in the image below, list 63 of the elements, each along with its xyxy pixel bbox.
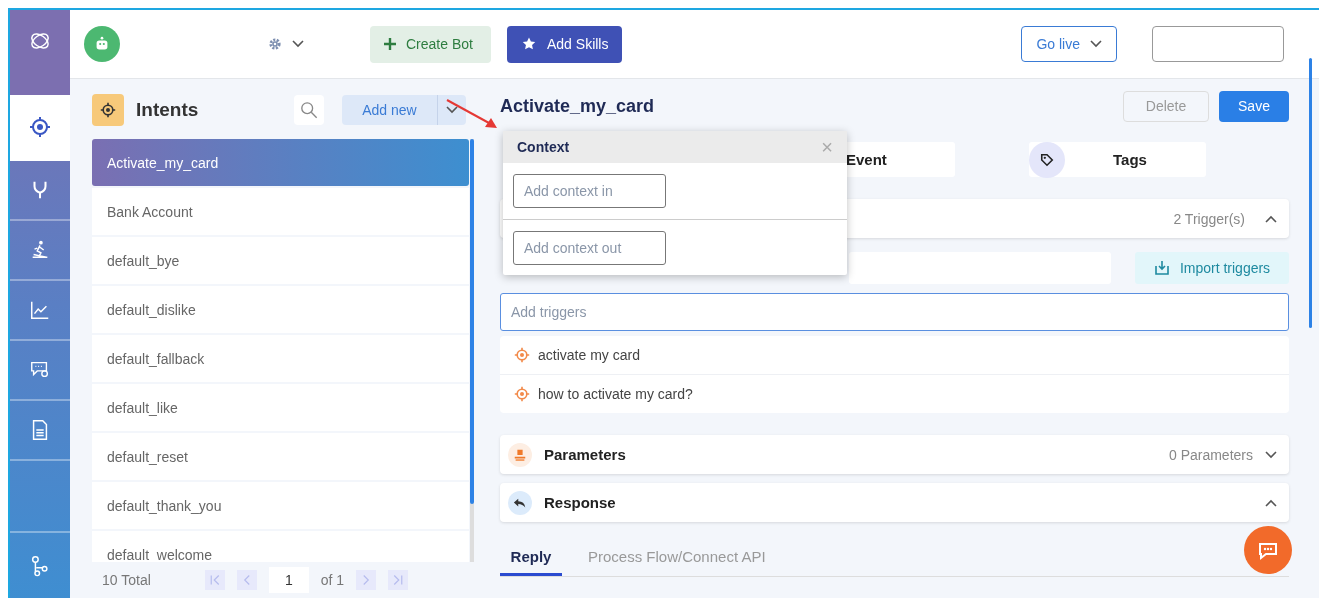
section-title: Parameters	[544, 446, 626, 463]
empty-field[interactable]	[1152, 26, 1284, 62]
intent-item[interactable]: default_bye	[92, 237, 469, 284]
popup-title: Context	[517, 139, 570, 155]
last-page-icon	[392, 574, 405, 586]
star-icon	[521, 36, 537, 52]
chart-icon[interactable]	[29, 299, 51, 321]
logo-icon[interactable]	[29, 30, 51, 52]
intent-title: Activate_my_card	[500, 95, 655, 117]
trigger-phrase: activate my card	[538, 347, 640, 363]
target-icon	[514, 347, 530, 363]
total-count: 10 Total	[102, 572, 151, 588]
tag-icon	[1040, 152, 1054, 167]
intent-item[interactable]: Bank Account	[92, 188, 469, 235]
page-field[interactable]: 1	[268, 567, 309, 593]
bot-avatar[interactable]	[84, 26, 120, 62]
scrollbar-thumb[interactable]	[470, 139, 474, 504]
target-icon	[514, 386, 530, 402]
intent-item[interactable]: default_like	[92, 384, 469, 431]
chevron-icon[interactable]	[1265, 450, 1277, 459]
parameter-count: 0 Parameters	[1168, 446, 1253, 463]
settings-icon[interactable]	[268, 37, 282, 51]
import-triggers-button[interactable]: Import triggers	[1135, 252, 1289, 284]
annotation-arrow	[445, 98, 499, 130]
caret-icon[interactable]	[446, 106, 458, 114]
page-count: of 1	[320, 572, 345, 588]
trigger-count: 2 Trigger(s)	[1173, 210, 1245, 227]
add-skills-button[interactable]: Add Skills	[507, 25, 623, 63]
create-bot-button[interactable]: Create Bot	[370, 25, 491, 63]
section-header[interactable]: Response	[500, 483, 1289, 522]
caret-icon[interactable]	[292, 40, 304, 48]
intent-item[interactable]: default_dislike	[92, 286, 469, 333]
panel-title: Intents	[136, 99, 199, 121]
intent-item[interactable]: Activate_my_card	[92, 139, 469, 186]
context-out-field[interactable]: Add context out	[513, 230, 666, 265]
reply-tab[interactable]: Reply	[500, 540, 562, 576]
target-icon	[100, 102, 116, 118]
last-page-button[interactable]	[388, 570, 409, 590]
section-title: Response	[544, 494, 616, 511]
save-button[interactable]: Save	[1219, 90, 1289, 122]
first-page-icon	[208, 574, 221, 586]
target-icon[interactable]	[28, 115, 52, 139]
caret-icon[interactable]	[1090, 40, 1102, 48]
chevron-icon[interactable]	[1265, 498, 1277, 507]
chat-button[interactable]	[1244, 526, 1292, 574]
text-field[interactable]	[849, 252, 1111, 284]
intent-item[interactable]: default_reset	[92, 433, 469, 480]
chevron-icon[interactable]	[1265, 214, 1277, 223]
context-in-field[interactable]: Add context in	[513, 174, 666, 208]
intent-item[interactable]: default_thank_you	[92, 482, 469, 529]
add-triggers-field[interactable]: Add triggers	[500, 293, 1289, 331]
plus-icon	[384, 38, 396, 50]
tab[interactable]: Tags	[1029, 142, 1206, 177]
intent-item[interactable]: default_fallback	[92, 335, 469, 382]
section-header[interactable]: Parameters 0 Parameters	[500, 435, 1289, 474]
scrollbar-thumb[interactable]	[1309, 58, 1312, 328]
search-icon	[300, 101, 318, 119]
nodes-icon[interactable]	[29, 554, 51, 577]
import-icon	[1153, 260, 1170, 276]
trigger-phrase: how to activate my card?	[538, 386, 693, 402]
search-button[interactable]	[294, 95, 324, 125]
go-live-button[interactable]: Go live	[1021, 26, 1117, 62]
parameters-icon	[513, 447, 527, 462]
